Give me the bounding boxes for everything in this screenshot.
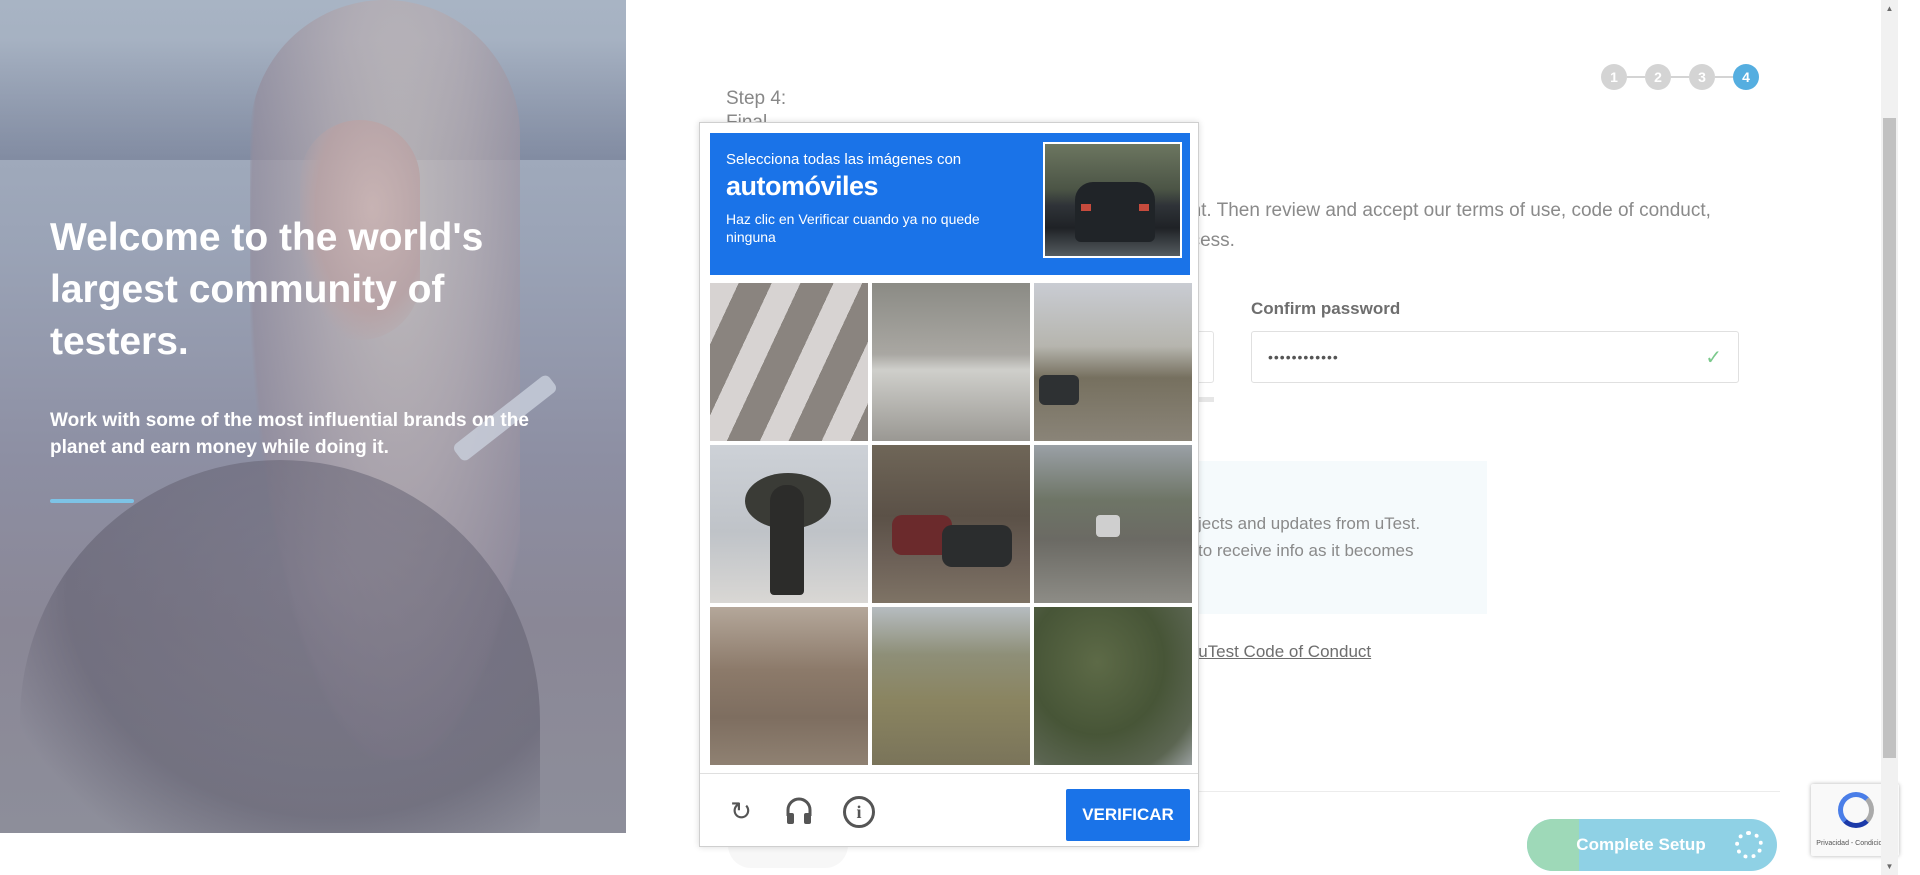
captcha-tile[interactable] [710, 607, 868, 765]
captcha-tile[interactable] [872, 283, 1030, 441]
step-label: Step 4: [726, 88, 787, 109]
step-connector [1671, 76, 1689, 78]
captcha-tile[interactable] [1034, 445, 1192, 603]
code-of-conduct-text: e uTest Code of Conduct [1184, 642, 1371, 662]
step-dot-2: 2 [1645, 64, 1671, 90]
complete-setup-button[interactable]: Complete Setup [1527, 819, 1777, 871]
info-icon[interactable]: i [843, 796, 875, 828]
captcha-target: automóviles [726, 171, 879, 201]
confirm-password-input[interactable]: •••••••••••• ✓ [1251, 331, 1739, 383]
code-of-conduct-link[interactable]: uTest Code of Conduct [1198, 642, 1371, 661]
tile-car [1096, 515, 1120, 537]
scroll-up-icon[interactable]: ▲ [1881, 0, 1898, 17]
info-line-2: to receive info as it becomes [1198, 541, 1414, 560]
check-icon: ✓ [1705, 346, 1722, 369]
captcha-tile[interactable] [710, 283, 868, 441]
step-dot-4: 4 [1733, 64, 1759, 90]
captcha-header: Selecciona todas las imágenes con automó… [710, 133, 1190, 275]
complete-setup-label: Complete Setup [1576, 835, 1706, 854]
scroll-down-icon[interactable]: ▼ [1881, 858, 1898, 875]
captcha-footer: ↻ i VERIFICAR [700, 774, 1198, 848]
verify-button[interactable]: VERIFICAR [1066, 789, 1190, 841]
hero-subtitle: Work with some of the most influential b… [50, 410, 529, 458]
captcha-tile[interactable] [710, 445, 868, 603]
refresh-icon[interactable]: ↻ [726, 796, 756, 826]
page-scrollbar[interactable]: ▲ ▼ [1881, 0, 1898, 875]
hero-title: Welcome to the world's largest community… [50, 216, 484, 363]
newsletter-info-text: jects and updates from uTest. to receive… [1198, 510, 1488, 564]
captcha-tile[interactable] [872, 607, 1030, 765]
captcha-tile[interactable] [872, 445, 1030, 603]
tile-car [942, 525, 1012, 567]
loading-spinner-icon [1735, 831, 1763, 859]
confirm-password-value: •••••••••••• [1268, 349, 1339, 365]
confirm-password-label: Confirm password [1251, 299, 1401, 318]
step-dot-3: 3 [1689, 64, 1715, 90]
captcha-tile[interactable] [1034, 283, 1192, 441]
info-line-1: jects and updates from uTest. [1198, 514, 1421, 533]
captcha-challenge: Selecciona todas las imágenes con automó… [699, 122, 1199, 847]
captcha-tile[interactable] [1034, 607, 1192, 765]
hero-panel: Welcome to the world's largest community… [0, 0, 626, 833]
step-indicator: 1 2 3 4 [1601, 64, 1759, 90]
sample-taillight [1081, 204, 1091, 211]
hero-divider [50, 499, 134, 503]
recaptcha-logo-icon [1838, 792, 1874, 828]
step-connector [1627, 76, 1645, 78]
sample-taillight [1139, 204, 1149, 211]
headphones-svg [786, 797, 812, 824]
button-progress [1527, 819, 1579, 871]
step-dot-1: 1 [1601, 64, 1627, 90]
tile-palm-trunk [770, 485, 804, 595]
headphones-icon[interactable] [784, 796, 814, 826]
captcha-instruction: Selecciona todas las imágenes con [726, 151, 962, 168]
captcha-image-grid [710, 283, 1192, 765]
footer-divider [1120, 791, 1780, 792]
scrollbar-thumb[interactable] [1883, 118, 1896, 758]
captcha-sample-image [1043, 142, 1182, 258]
sample-car [1075, 182, 1155, 242]
captcha-hint: Haz clic en Verificar cuando ya no quede… [726, 211, 980, 245]
step-connector [1715, 76, 1733, 78]
tile-car [1039, 375, 1079, 405]
